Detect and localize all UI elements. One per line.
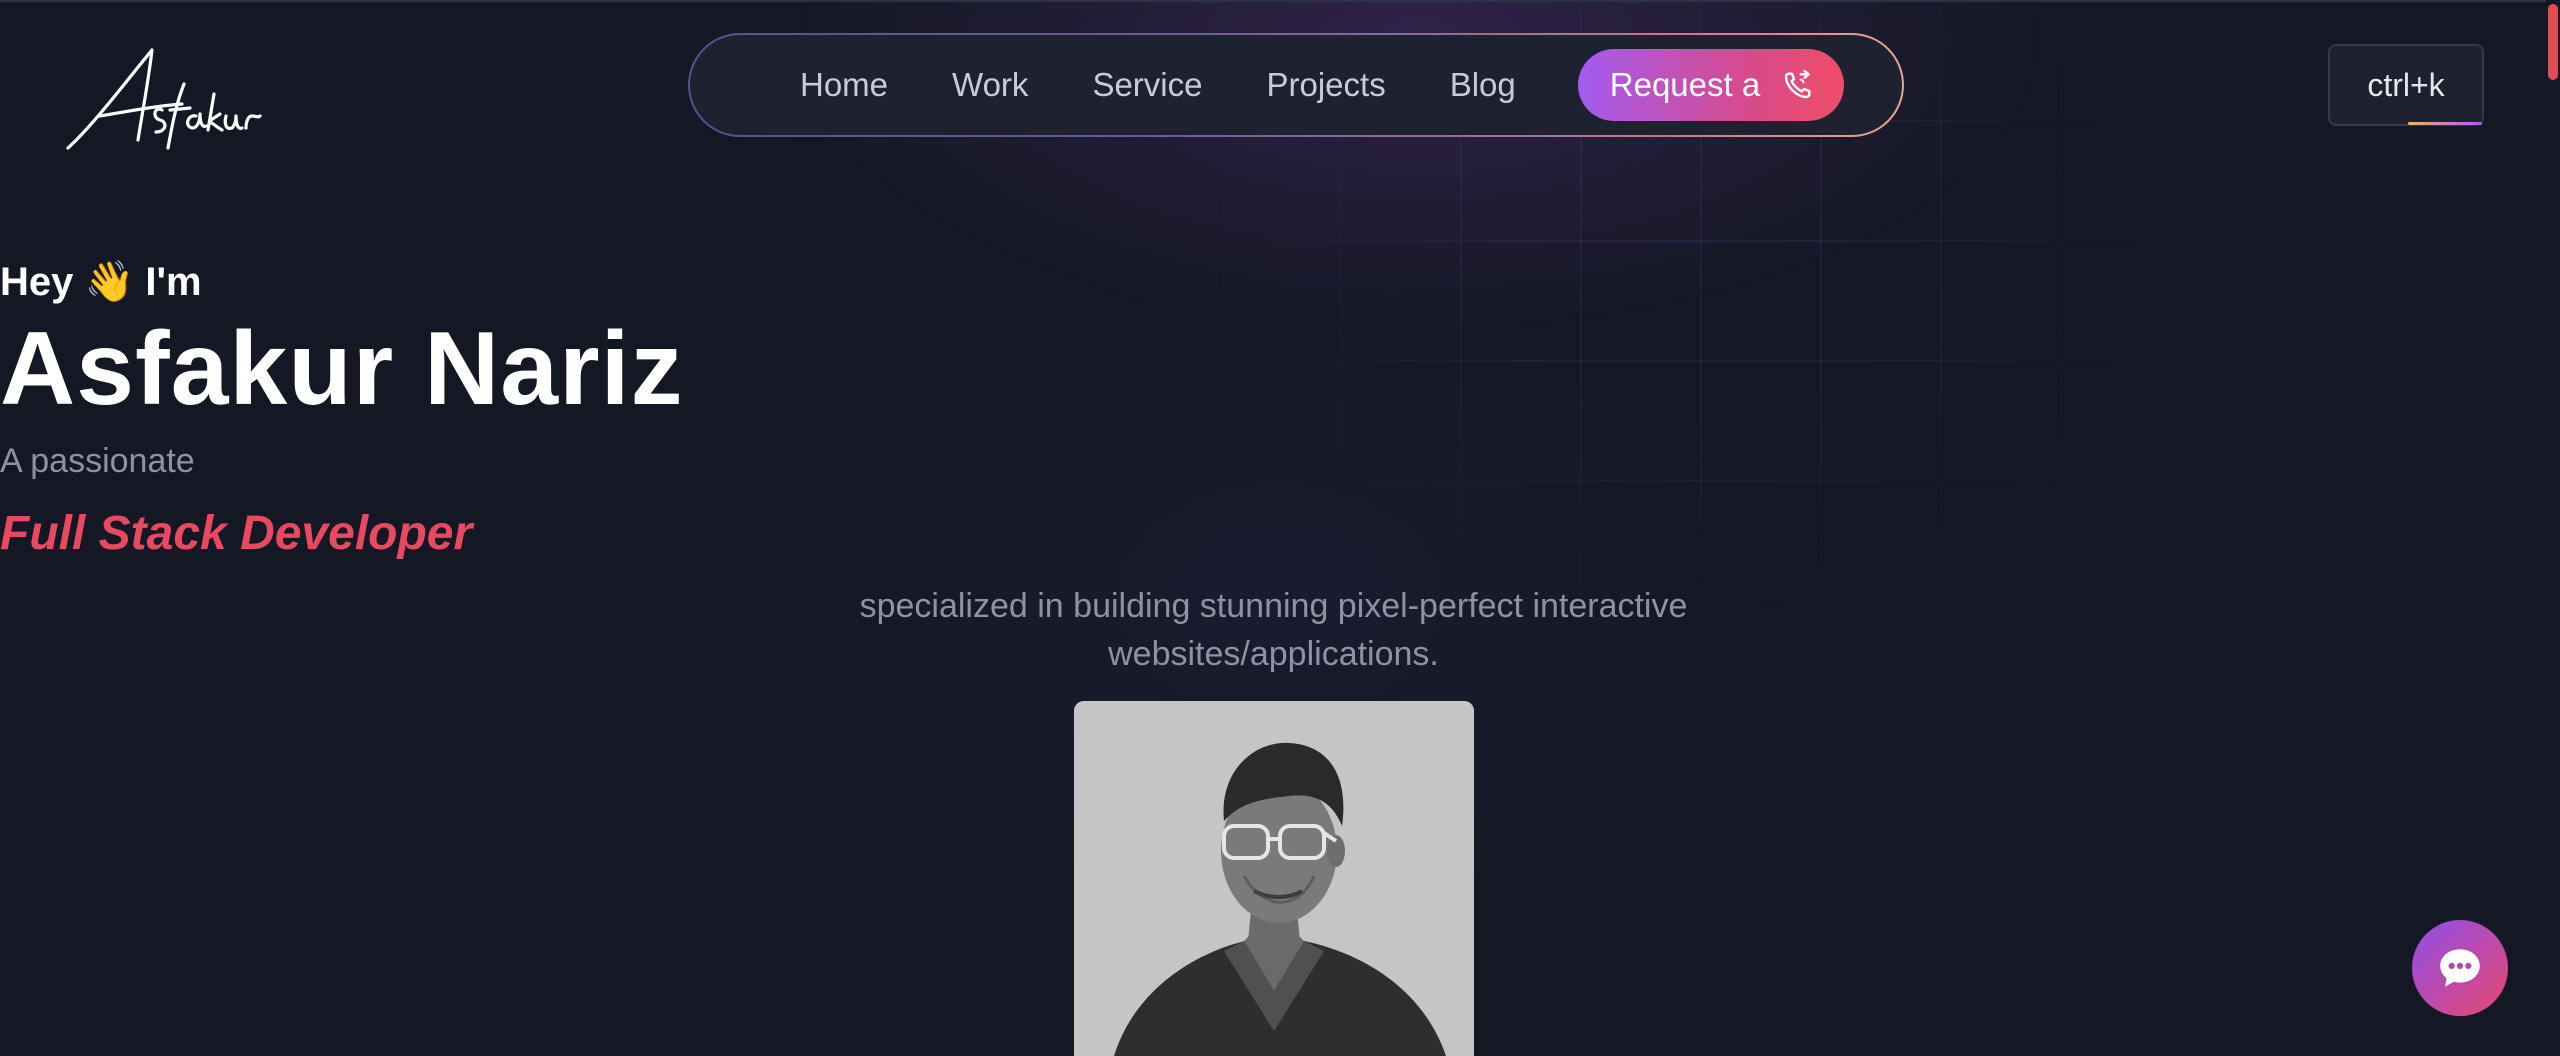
request-call-label: Request a <box>1609 66 1761 103</box>
chat-bubble-icon <box>2440 949 2480 987</box>
portrait-illustration <box>1074 701 1474 1056</box>
scrollbar[interactable] <box>2546 0 2560 1056</box>
command-palette-shortcut[interactable]: ctrl+k <box>2328 44 2484 126</box>
nav-item-projects[interactable]: Projects <box>1266 66 1385 104</box>
hero-intro: A passionate <box>0 442 195 480</box>
hero-name: Asfakur Nariz <box>0 311 684 427</box>
top-border <box>0 0 2560 2</box>
nav-item-work[interactable]: Work <box>952 66 1028 104</box>
nav-item-home[interactable]: Home <box>800 66 888 104</box>
hero-greeting: Hey 👋 I'm <box>0 260 202 304</box>
scrollbar-thumb[interactable] <box>2548 4 2558 80</box>
nav-pill: Home Work Service Projects Blog Request … <box>690 35 1902 135</box>
hero-description: specialized in building stunning pixel-p… <box>859 587 1688 673</box>
page: Home Work Service Projects Blog Request … <box>0 0 2560 1056</box>
chat-button[interactable] <box>2412 920 2508 1016</box>
request-call-button[interactable]: Request a <box>1577 49 1845 121</box>
profile-photo <box>1074 701 1474 1056</box>
nav-item-service[interactable]: Service <box>1092 66 1202 104</box>
phone-call-icon <box>1785 69 1811 99</box>
nav-item-blog[interactable]: Blog <box>1450 66 1516 104</box>
main-navigation: Home Work Service Projects Blog Request … <box>688 33 1904 137</box>
shortcut-underline <box>2408 122 2482 125</box>
hero-role: Full Stack Developer <box>0 507 473 560</box>
logo-signature <box>66 48 262 150</box>
logo[interactable] <box>64 44 264 154</box>
